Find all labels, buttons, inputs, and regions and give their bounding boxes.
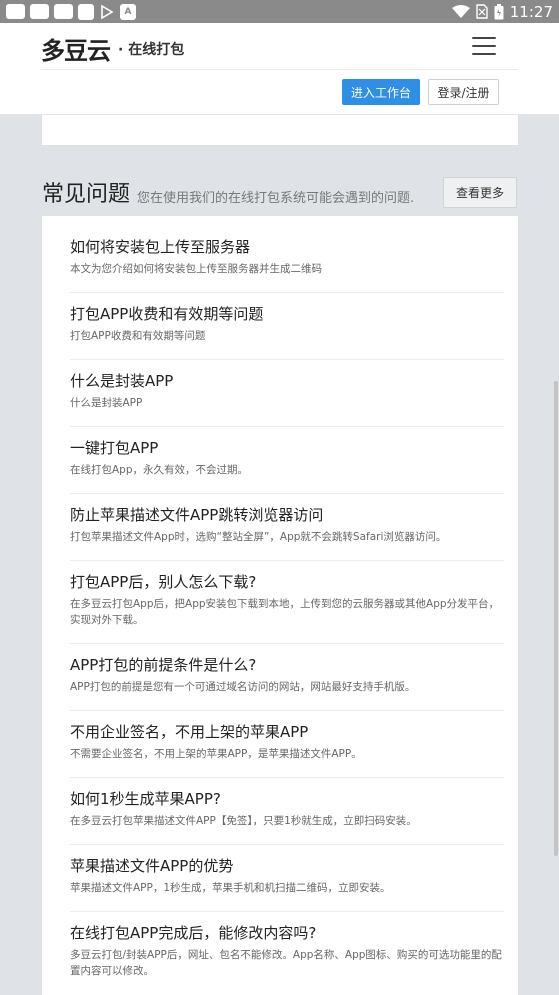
faq-item[interactable]: 苹果描述文件APP的优势 苹果描述文件APP，1秒生成，苹果手机和机扫描二维码，… [70, 856, 504, 912]
clock: 11:27 [509, 2, 553, 21]
faq-title: 常见问题 [42, 182, 131, 207]
faq-item[interactable]: 不用企业签名，不用上架的苹果APP 不需要企业签名，不用上架的苹果APP，是苹果… [70, 722, 504, 778]
app-icon-1 [6, 4, 25, 19]
app-icon-2 [30, 4, 49, 19]
faq-item[interactable]: 防止苹果描述文件APP跳转浏览器访问 打包苹果描述文件App时，选购“整站全屏”… [70, 505, 504, 561]
faq-item[interactable]: 如何将安装包上传至服务器 本文为您介绍如何将安装包上传至服务器并生成二维码 [70, 237, 504, 293]
faq-question: 防止苹果描述文件APP跳转浏览器访问 [70, 506, 324, 524]
faq-answer: 在多豆云打包App后，把App安装包下载到本地，上传到您的云服务器或其他App分… [70, 598, 500, 626]
logo-subtitle: · 在线打包 [118, 41, 185, 58]
faq-item[interactable]: 如何1秒生成苹果APP? 在多豆云打包苹果描述文件APP【免签】，只要1秒就生成… [70, 789, 504, 845]
faq-question: 如何将安装包上传至服务器 [70, 238, 251, 256]
previous-section-card [42, 115, 518, 145]
status-bar: A 11:27 [0, 0, 559, 23]
logo-mark: 多豆云 [41, 37, 111, 65]
faq-answer: 什么是封装APP [70, 397, 143, 409]
faq-description: 您在使用我们的在线打包系统可能会遇到的问题. [137, 191, 415, 206]
page-scrollbar[interactable] [554, 381, 558, 856]
faq-item[interactable]: 打包APP收费和有效期等问题 打包APP收费和有效期等问题 [70, 304, 504, 360]
faq-list: 如何将安装包上传至服务器 本文为您介绍如何将安装包上传至服务器并生成二维码 打包… [42, 216, 518, 995]
faq-answer: 多豆云打包/封装APP后，网址、包名不能修改。App名称、App图标、购买的可选… [70, 949, 502, 977]
site-logo[interactable]: 多豆云 · 在线打包 [41, 31, 184, 66]
app-icon-3 [54, 4, 73, 19]
faq-answer: 不需要企业签名，不用上架的苹果APP，是苹果描述文件APP。 [70, 748, 362, 760]
faq-answer: 打包APP收费和有效期等问题 [70, 330, 206, 342]
faq-question: 打包APP后，别人怎么下载? [70, 573, 257, 591]
header-divider [41, 69, 518, 70]
faq-item[interactable]: APP打包的前提条件是什么? APP打包的前提是您有一个可通过域名访问的网站，网… [70, 655, 504, 711]
app-icon-4 [78, 3, 94, 20]
faq-item[interactable]: 一键打包APP 在线打包App，永久有效，不会过期。 [70, 438, 504, 494]
faq-question: 什么是封装APP [70, 372, 174, 390]
faq-answer: 在线打包App，永久有效，不会过期。 [70, 464, 249, 476]
site-header: 多豆云 · 在线打包 进入工作台 登录/注册 [0, 23, 559, 115]
faq-item[interactable]: 在线打包APP完成后，能修改内容吗? 多豆云打包/封装APP后，网址、包名不能修… [70, 923, 504, 995]
play-store-icon [101, 4, 114, 19]
faq-question: 苹果描述文件APP的优势 [70, 857, 234, 875]
faq-item[interactable]: 什么是封装APP 什么是封装APP [70, 371, 504, 427]
faq-question: 如何1秒生成苹果APP? [70, 790, 221, 808]
faq-question: 一键打包APP [70, 439, 159, 457]
faq-answer: 打包苹果描述文件App时，选购“整站全屏”，App就不会跳转Safari浏览器访… [70, 531, 447, 543]
faq-question: 在线打包APP完成后，能修改内容吗? [70, 924, 317, 942]
login-register-button[interactable]: 登录/注册 [428, 79, 499, 105]
app-icon-a: A [120, 3, 136, 20]
faq-question: 不用企业签名，不用上架的苹果APP [70, 723, 309, 741]
view-more-button[interactable]: 查看更多 [443, 177, 517, 208]
notification-icons: A [6, 3, 136, 20]
faq-answer: 本文为您介绍如何将安装包上传至服务器并生成二维码 [70, 263, 322, 275]
faq-question: 打包APP收费和有效期等问题 [70, 305, 264, 323]
battery-icon [494, 3, 504, 19]
faq-answer: 在多豆云打包苹果描述文件APP【免签】，只要1秒就生成，立即扫码安装。 [70, 815, 417, 827]
faq-item[interactable]: 打包APP后，别人怎么下载? 在多豆云打包App后，把App安装包下载到本地，上… [70, 572, 504, 644]
hamburger-menu-icon[interactable] [472, 37, 496, 55]
faq-question: APP打包的前提条件是什么? [70, 656, 257, 674]
wifi-icon [451, 4, 470, 18]
faq-answer: APP打包的前提是您有一个可通过域名访问的网站，网站最好支持手机版。 [70, 681, 416, 693]
faq-answer: 苹果描述文件APP，1秒生成，苹果手机和机扫描二维码，立即安装。 [70, 882, 391, 894]
no-sim-icon [476, 4, 488, 19]
enter-workbench-button[interactable]: 进入工作台 [342, 79, 420, 105]
